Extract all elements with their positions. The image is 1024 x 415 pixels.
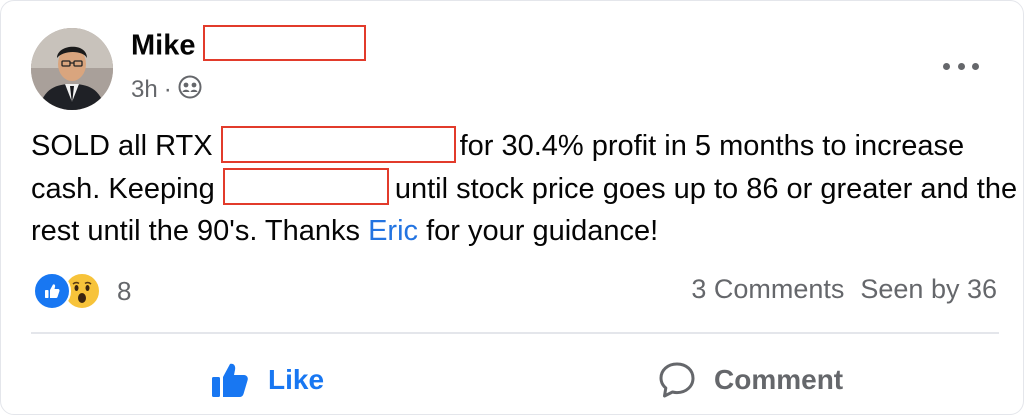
thumbs-up-icon (212, 363, 248, 397)
post-text-part4: for your guidance! (426, 215, 659, 247)
comment-bubble-icon (659, 362, 695, 398)
reactions-summary[interactable]: 8 (33, 271, 131, 311)
author-first-name[interactable]: Mike (131, 30, 195, 62)
like-button[interactable]: Like (210, 353, 324, 407)
redacted-last-name (203, 25, 367, 61)
like-label: Like (268, 364, 325, 395)
comments-count[interactable]: 3 Comments (691, 274, 844, 305)
divider (31, 332, 999, 334)
reaction-count: 8 (117, 275, 132, 306)
post-card: Mike 3h · SOLD all RTX for 30.4% profit i… (0, 0, 1024, 415)
post-meta: 3h · (131, 73, 202, 107)
post-timestamp[interactable]: 3h (131, 76, 158, 104)
comment-button[interactable]: Comment (658, 353, 843, 407)
post-text: SOLD all RTX for 30.4% profit in 5 months… (31, 125, 1021, 253)
redacted-text-2 (222, 168, 389, 206)
author-name[interactable]: Mike (131, 25, 367, 65)
avatar-image (31, 28, 113, 110)
friends-icon[interactable] (178, 75, 202, 106)
seen-by-count[interactable]: Seen by 36 (860, 274, 997, 305)
mention-link[interactable]: Eric (368, 215, 418, 247)
more-options-icon[interactable] (943, 59, 979, 73)
comment-label: Comment (714, 364, 844, 395)
post-text-part1: SOLD all RTX (31, 130, 213, 162)
meta-separator: · (163, 76, 172, 103)
redacted-text-1 (220, 125, 456, 163)
avatar[interactable] (31, 28, 113, 110)
like-reaction-icon (33, 272, 71, 310)
post-stats: 3 Comments Seen by 36 (691, 274, 997, 305)
